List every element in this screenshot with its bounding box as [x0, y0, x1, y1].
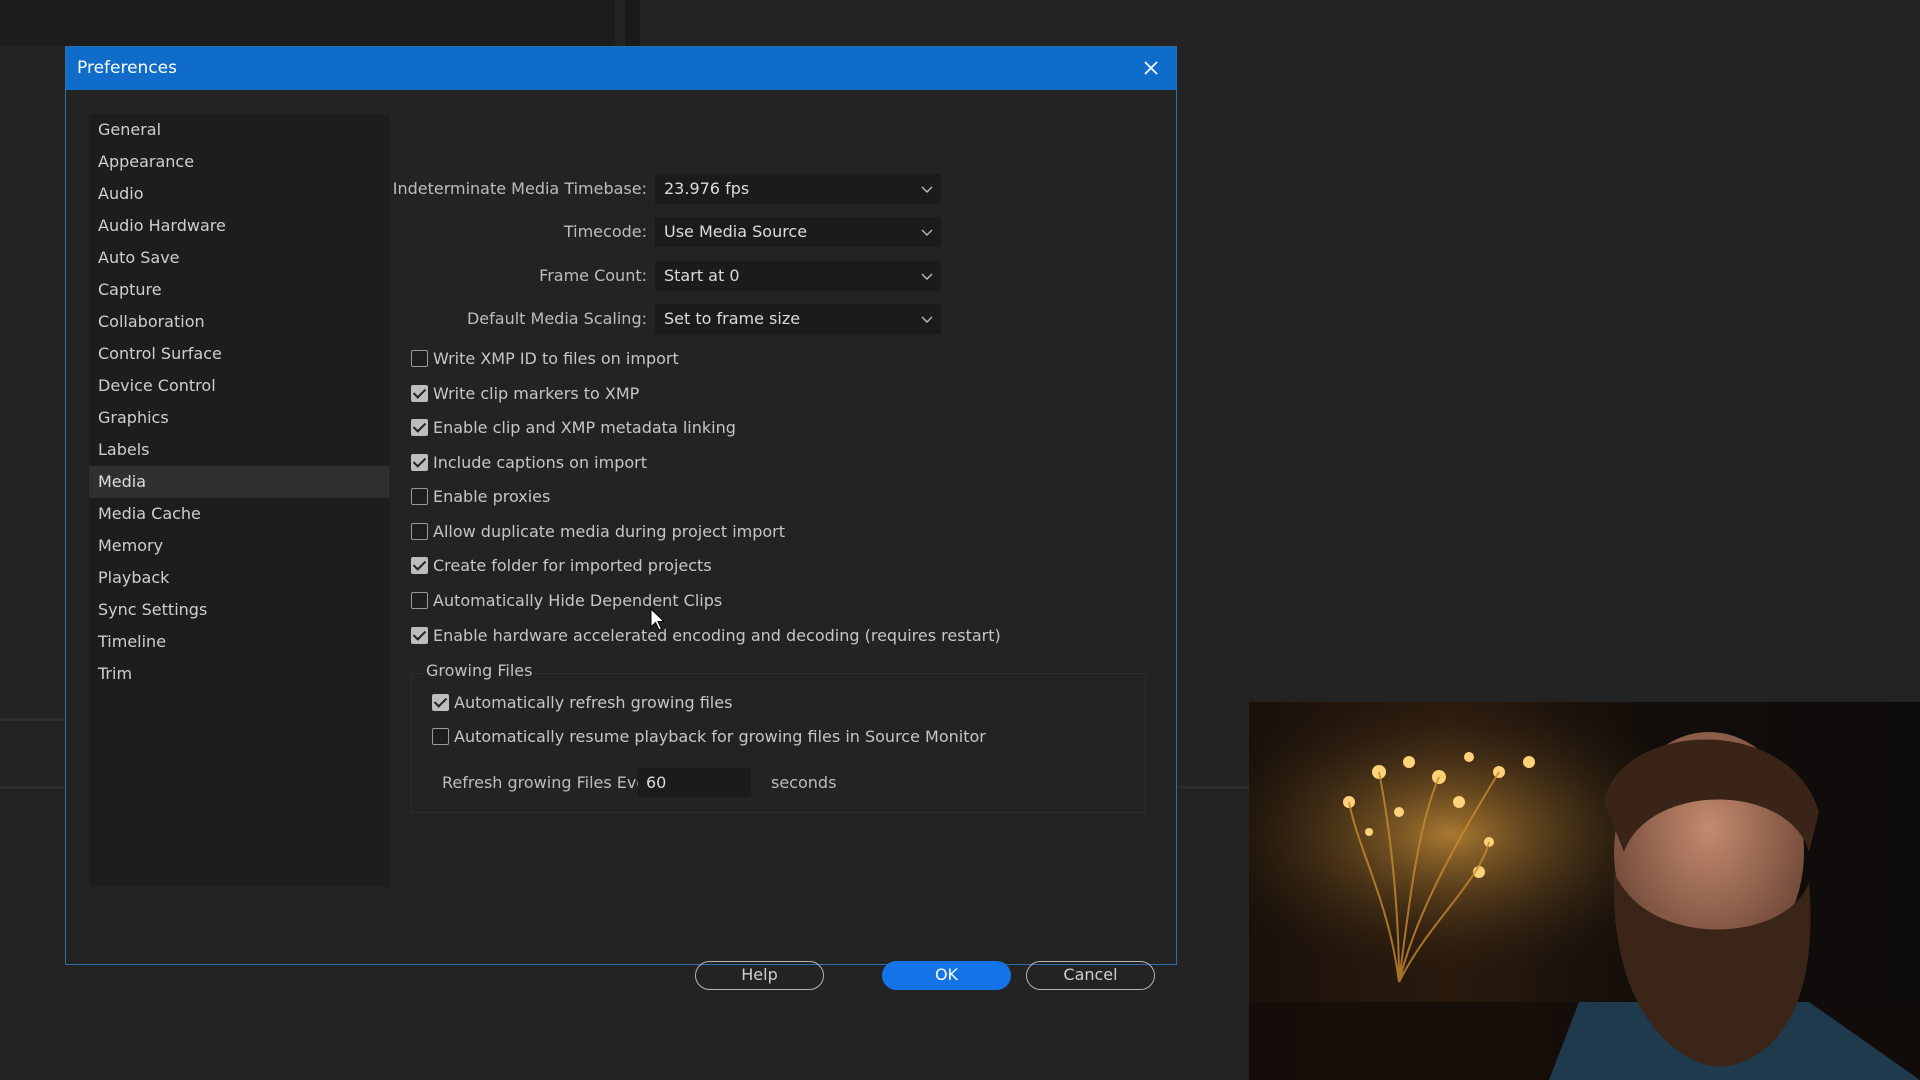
hardware-encoding-label: Enable hardware accelerated encoding and…	[433, 626, 1001, 645]
preferences-sidebar: General Appearance Audio Audio Hardware …	[89, 114, 389, 887]
media-timebase-label: Indeterminate Media Timebase:	[392, 179, 647, 198]
frame-count-row: Frame Count: Start at 0	[411, 261, 951, 291]
allow-duplicate-media-label: Allow duplicate media during project imp…	[433, 522, 786, 541]
sidebar-item-playback[interactable]: Playback	[89, 562, 389, 594]
sidebar-item-timeline[interactable]: Timeline	[89, 626, 389, 658]
sidebar-item-audio[interactable]: Audio	[89, 178, 389, 210]
sidebar-item-control-surface[interactable]: Control Surface	[89, 338, 389, 370]
write-xmp-id-label: Write XMP ID to files on import	[433, 349, 679, 368]
refresh-interval-label: Refresh growing Files Every	[442, 773, 663, 792]
sidebar-item-audio-hardware[interactable]: Audio Hardware	[89, 210, 389, 242]
close-icon[interactable]	[1140, 57, 1162, 79]
create-folder-label: Create folder for imported projects	[433, 556, 712, 575]
timecode-value: Use Media Source	[664, 222, 808, 241]
cancel-button[interactable]: Cancel	[1026, 961, 1155, 990]
auto-resume-checkbox[interactable]	[432, 728, 449, 745]
help-button[interactable]: Help	[695, 961, 824, 990]
growing-files-group: Growing Files Automatically refresh grow…	[411, 661, 1146, 813]
enable-proxies-label: Enable proxies	[433, 487, 551, 506]
background-divider	[625, 0, 640, 46]
enable-proxies-checkbox[interactable]	[411, 488, 428, 505]
include-captions-label: Include captions on import	[433, 453, 647, 472]
include-captions-checkbox[interactable]	[411, 454, 428, 471]
media-scaling-dropdown[interactable]: Set to frame size	[655, 304, 941, 334]
sidebar-item-sync-settings[interactable]: Sync Settings	[89, 594, 389, 626]
background-divider	[0, 786, 65, 789]
background-panel-left	[0, 0, 615, 46]
sidebar-item-graphics[interactable]: Graphics	[89, 402, 389, 434]
media-timebase-dropdown[interactable]: 23.976 fps	[655, 174, 941, 204]
sidebar-item-general[interactable]: General	[89, 114, 389, 146]
chevron-down-icon	[921, 229, 933, 236]
preferences-dialog: Preferences General Appearance Audio Aud…	[65, 46, 1177, 990]
frame-count-label: Frame Count:	[539, 266, 647, 285]
webcam-overlay	[1249, 702, 1920, 1080]
chevron-down-icon	[921, 186, 933, 193]
media-scaling-value: Set to frame size	[664, 309, 801, 328]
hardware-encoding-checkbox[interactable]	[411, 627, 428, 644]
chevron-down-icon	[921, 316, 933, 323]
sidebar-item-appearance[interactable]: Appearance	[89, 146, 389, 178]
auto-refresh-label: Automatically refresh growing files	[454, 693, 733, 712]
media-timebase-value: 23.976 fps	[664, 179, 750, 198]
presenter-video-image	[1249, 702, 1920, 1080]
timecode-dropdown[interactable]: Use Media Source	[655, 217, 941, 247]
hide-dependent-clips-label: Automatically Hide Dependent Clips	[433, 591, 723, 610]
sidebar-item-media-cache[interactable]: Media Cache	[89, 498, 389, 530]
background-divider	[0, 718, 65, 721]
media-scaling-row: Default Media Scaling: Set to frame size	[411, 304, 951, 334]
sidebar-item-memory[interactable]: Memory	[89, 530, 389, 562]
dialog-titlebar[interactable]: Preferences	[66, 47, 1176, 90]
mouse-cursor-icon	[650, 608, 666, 631]
write-clip-markers-checkbox[interactable]	[411, 385, 428, 402]
sidebar-item-device-control[interactable]: Device Control	[89, 370, 389, 402]
media-settings-panel: Indeterminate Media Timebase: 23.976 fps…	[393, 114, 1156, 834]
sidebar-item-labels[interactable]: Labels	[89, 434, 389, 466]
sidebar-item-collaboration[interactable]: Collaboration	[89, 306, 389, 338]
frame-count-value: Start at 0	[664, 266, 740, 285]
metadata-linking-checkbox[interactable]	[411, 419, 428, 436]
refresh-interval-input[interactable]: 60	[638, 768, 751, 797]
growing-files-title: Growing Files	[424, 661, 535, 680]
timecode-label: Timecode:	[563, 222, 647, 241]
sidebar-item-media[interactable]: Media	[89, 466, 389, 498]
write-xmp-id-checkbox[interactable]	[411, 350, 428, 367]
sidebar-item-auto-save[interactable]: Auto Save	[89, 242, 389, 274]
media-scaling-label: Default Media Scaling:	[466, 309, 647, 328]
auto-refresh-checkbox[interactable]	[432, 694, 449, 711]
dialog-title: Preferences	[77, 58, 177, 78]
allow-duplicate-media-checkbox[interactable]	[411, 523, 428, 540]
create-folder-checkbox[interactable]	[411, 557, 428, 574]
chevron-down-icon	[921, 273, 933, 280]
background-divider	[1177, 786, 1249, 789]
sidebar-item-trim[interactable]: Trim	[89, 658, 389, 690]
ok-button[interactable]: OK	[882, 961, 1011, 990]
refresh-interval-unit: seconds	[771, 773, 837, 792]
timecode-row: Timecode: Use Media Source	[411, 217, 951, 247]
write-clip-markers-label: Write clip markers to XMP	[433, 384, 640, 403]
metadata-linking-label: Enable clip and XMP metadata linking	[433, 418, 736, 437]
media-timebase-row: Indeterminate Media Timebase: 23.976 fps	[393, 174, 951, 204]
frame-count-dropdown[interactable]: Start at 0	[655, 261, 941, 291]
hide-dependent-clips-checkbox[interactable]	[411, 592, 428, 609]
sidebar-item-capture[interactable]: Capture	[89, 274, 389, 306]
auto-resume-label: Automatically resume playback for growin…	[454, 727, 986, 746]
